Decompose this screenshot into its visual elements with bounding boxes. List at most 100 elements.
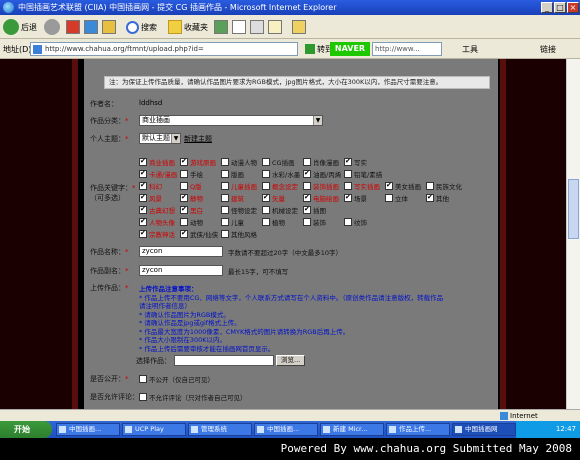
checkbox-box[interactable] [303,182,311,190]
tag-checkbox[interactable]: 写实 [344,157,367,167]
tag-checkbox[interactable]: 手绘 [180,169,203,179]
tag-checkbox[interactable]: 概念设定 [262,181,298,191]
checkbox-box[interactable] [139,157,147,166]
taskbar-task[interactable]: 管理系统 [188,423,252,436]
public-checkbox[interactable]: 不公开（仅自己可见） [139,374,214,384]
tag-checkbox[interactable]: 武侠/仙侠 [180,229,218,239]
tag-checkbox[interactable]: CG插画 [262,157,295,167]
edit-button[interactable] [268,18,282,36]
tag-checkbox[interactable]: 黑白 [180,205,203,215]
checkbox-box[interactable] [426,193,434,202]
category-select[interactable]: 商业插画 ▼ [139,115,323,126]
checkbox-box[interactable] [139,205,147,214]
checkbox-box[interactable] [180,205,188,214]
tag-checkbox[interactable]: 其他 [426,193,449,203]
tag-checkbox[interactable]: 装饰插画 [303,181,339,191]
checkbox-box[interactable] [180,170,188,178]
checkbox-box[interactable] [221,194,229,202]
checkbox-box[interactable] [139,169,147,178]
naver-button[interactable]: NAVER [330,42,370,56]
browse-button[interactable]: 浏览... [276,355,306,366]
checkbox-box[interactable] [262,158,270,166]
checkbox-box[interactable] [426,182,434,190]
taskbar-task[interactable]: 中国插画... [254,423,318,436]
tag-checkbox[interactable]: 植物 [262,217,285,227]
checkbox-box[interactable] [180,218,188,226]
clock[interactable]: 12:47 [556,425,576,433]
checkbox-box[interactable] [180,193,188,202]
comment-checkbox[interactable]: 不允许评论（只对作者自己可见） [139,392,247,402]
checkbox-box[interactable] [262,218,270,226]
folder-button[interactable] [292,18,306,36]
scrollbar-thumb[interactable] [568,179,579,239]
taskbar-task[interactable]: UCP Play [122,423,186,436]
checkbox-box[interactable] [344,170,352,178]
tag-checkbox[interactable]: 其他风格 [221,229,257,239]
tag-checkbox[interactable]: 怪物设定 [221,205,257,215]
checkbox-box[interactable] [221,182,229,190]
checkbox-box[interactable] [180,229,188,238]
favorites-button[interactable]: 收藏夹 [168,18,208,36]
checkbox-box[interactable] [344,182,352,190]
tag-checkbox[interactable]: 美女插画 [385,181,421,191]
tools-menu[interactable]: 工具 [462,44,478,55]
checkbox-box[interactable] [303,158,311,166]
checkbox-box[interactable] [385,181,393,190]
checkbox-box[interactable] [180,182,188,190]
close-icon[interactable]: × [567,2,579,13]
checkbox-box[interactable] [221,218,229,226]
tag-checkbox[interactable]: 插图 [303,205,326,215]
tag-checkbox[interactable]: Q版 [180,181,202,191]
tag-checkbox[interactable]: 动漫人物 [221,157,257,167]
tag-checkbox[interactable]: 纹饰 [344,217,367,227]
print-button[interactable] [250,18,264,36]
tag-checkbox[interactable]: 古典幻想 [139,205,175,215]
subtitle-input[interactable]: zycon [139,265,223,276]
checkbox-box[interactable] [221,206,229,214]
tag-checkbox[interactable]: 民族文化 [426,181,462,191]
new-theme-link[interactable]: 新建主题 [184,134,212,144]
taskbar-task[interactable]: 中国插画网 [452,423,516,436]
checkbox-box[interactable] [385,194,393,202]
tag-checkbox[interactable]: 建筑 [221,193,244,203]
taskbar-task[interactable]: 作品上传... [386,423,450,436]
naver-search-input[interactable]: http://www... [372,42,442,56]
checkbox-box[interactable] [139,229,147,238]
refresh-button[interactable] [84,18,98,36]
tag-checkbox[interactable]: 宗教神话 [139,229,175,239]
taskbar-task[interactable]: 新建 Micr... [320,423,384,436]
tag-checkbox[interactable]: 动物 [180,217,203,227]
tag-checkbox[interactable]: 游戏原画 [180,157,216,167]
tag-checkbox[interactable]: 电脑绘画 [303,193,339,203]
checkbox-box[interactable] [262,193,270,202]
file-input[interactable] [174,355,274,366]
personal-theme-select[interactable]: 默认主题 ▼ [139,133,181,144]
forward-button[interactable] [44,18,60,36]
checkbox-box[interactable] [303,205,311,214]
checkbox-box[interactable] [344,157,352,166]
checkbox-box[interactable] [262,182,270,190]
checkbox-box[interactable] [303,193,311,202]
back-button[interactable]: 后退 [3,18,37,36]
stop-button[interactable] [66,18,80,36]
tag-checkbox[interactable]: 场景 [344,193,367,203]
checkbox-box[interactable] [139,375,147,383]
tag-checkbox[interactable]: 铅笔/素描 [344,169,382,179]
tag-checkbox[interactable]: 装饰 [303,217,326,227]
minimize-icon[interactable]: _ [541,2,553,13]
mail-button[interactable] [232,18,246,36]
tag-checkbox[interactable]: 版画 [221,169,244,179]
start-button[interactable]: 开始 [0,421,52,438]
tag-checkbox[interactable]: 立体 [385,193,408,203]
tag-checkbox[interactable]: 商业插画 [139,157,175,167]
checkbox-box[interactable] [139,393,147,401]
history-button[interactable] [214,18,228,36]
checkbox-box[interactable] [262,206,270,214]
window-titlebar[interactable]: 中国插画艺术联盟 (CIIA) 中国插画网 - 提交 CG 插画作品 - Mic… [0,0,580,15]
taskbar-task[interactable]: 中国插画... [56,423,120,436]
tag-checkbox[interactable]: 油画/丙烯 [303,169,341,179]
vertical-scrollbar[interactable] [566,59,580,409]
tag-checkbox[interactable]: 人物头像 [139,217,175,227]
tag-checkbox[interactable]: 科幻 [139,181,162,191]
address-input[interactable]: http://www.chahua.org/ftmnt/upload.php?i… [30,42,298,56]
